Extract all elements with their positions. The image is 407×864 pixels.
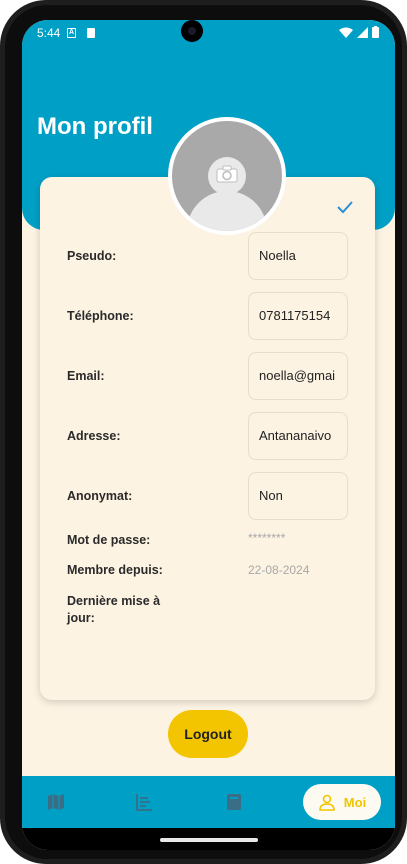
avatar[interactable] (168, 117, 286, 235)
battery-icon (372, 26, 379, 38)
book-icon[interactable] (224, 792, 244, 812)
member-since-label: Membre depuis: (67, 563, 163, 577)
telephone-label: Téléphone: (67, 309, 134, 323)
status-time: 5:44 (37, 26, 61, 40)
phone-bezel: 5:44 A Mon profil Pseudo: Noella Télépho… (5, 5, 402, 859)
wifi-icon (339, 27, 353, 38)
status-right-icons (339, 26, 379, 38)
address-field[interactable]: Antananaivo (248, 412, 348, 460)
status-bar: 5:44 A (22, 20, 395, 46)
avatar-placeholder (172, 121, 282, 231)
page-title: Mon profil (37, 113, 153, 140)
member-since-value: 22-08-2024 (248, 563, 310, 577)
password-value: ******** (248, 531, 286, 545)
map-icon[interactable] (46, 792, 66, 812)
person-icon (318, 794, 335, 811)
logout-button[interactable]: Logout (168, 710, 248, 758)
nav-item-moi[interactable]: Moi (303, 784, 381, 820)
camera-icon[interactable] (216, 165, 238, 183)
list-chart-icon[interactable] (134, 792, 154, 812)
anonymity-field[interactable]: Non (248, 472, 348, 520)
home-gesture-bar[interactable] (160, 838, 258, 842)
email-field[interactable]: noella@gmai (248, 352, 348, 400)
last-update-label: Dernière mise à jour: (67, 594, 161, 625)
password-label: Mot de passe: (67, 533, 151, 547)
sd-card-icon (87, 28, 95, 38)
avatar-body-shape (187, 191, 267, 231)
email-label: Email: (67, 369, 105, 383)
bottom-navigation: Moi (22, 776, 395, 828)
phone-frame: 5:44 A Mon profil Pseudo: Noella Télépho… (0, 0, 407, 864)
app-screen: 5:44 A Mon profil Pseudo: Noella Télépho… (22, 20, 395, 850)
system-gesture-area (22, 828, 395, 850)
anonymity-label: Anonymat: (67, 489, 133, 503)
pseudo-field[interactable]: Noella (248, 232, 348, 280)
save-check-icon[interactable] (336, 198, 354, 216)
signal-icon (357, 26, 368, 38)
address-label: Adresse: (67, 429, 121, 443)
nav-item-moi-label: Moi (343, 794, 367, 810)
pseudo-label: Pseudo: (67, 249, 117, 263)
telephone-field[interactable]: 0781175154 (248, 292, 348, 340)
app-notification-icon: A (67, 28, 76, 38)
front-camera (181, 20, 203, 42)
